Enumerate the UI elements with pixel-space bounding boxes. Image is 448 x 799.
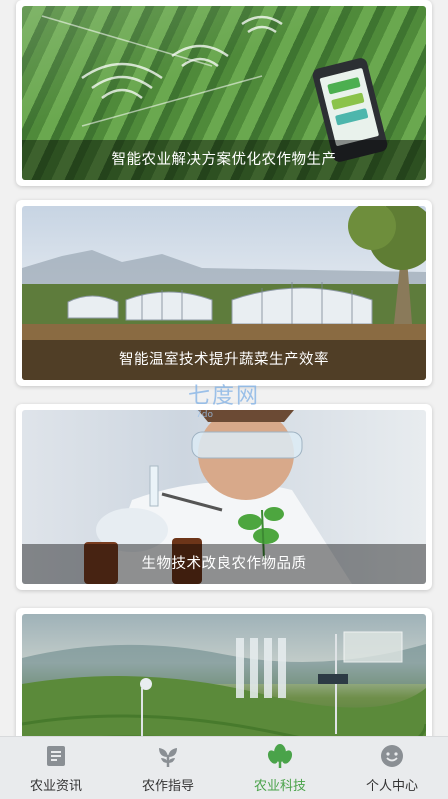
- tab-agri-news[interactable]: 农业资讯: [0, 737, 112, 799]
- news-card[interactable]: 智能温室技术提升蔬菜生产效率: [16, 200, 432, 386]
- scientist-image: 生物技术改良农作物品质: [22, 410, 426, 584]
- news-caption: 生物技术改良农作物品质: [22, 544, 426, 584]
- smiley-face-icon: [381, 745, 403, 767]
- watermark-subtext: 7do: [196, 410, 213, 420]
- smart-tea-field-graphic: [22, 631, 426, 736]
- news-caption: 智能农业解决方案优化农作物生产: [22, 140, 426, 180]
- news-caption: 智能温室技术提升蔬菜生产效率: [22, 340, 426, 380]
- greenhouse-image: 智能温室技术提升蔬菜生产效率: [22, 206, 426, 380]
- news-card[interactable]: [16, 608, 432, 736]
- news-feed[interactable]: 智能农业解决方案优化农作物生产 智能温室技术提升蔬菜生产效率 生物技术改良农作物…: [0, 0, 448, 736]
- watermark-logo: 七度网: [187, 384, 260, 409]
- tab-label: 农作指导: [141, 779, 194, 794]
- news-card[interactable]: 生物技术改良农作物品质: [16, 404, 432, 590]
- tab-label: 农业资讯: [29, 779, 82, 794]
- leaf-icon: [267, 744, 293, 768]
- bottom-tab-bar: 农业资讯 农作指导 农业科技 个人中心: [0, 736, 448, 799]
- tab-farming-guide[interactable]: 农作指导: [112, 737, 224, 799]
- tab-personal-center[interactable]: 个人中心: [336, 737, 448, 799]
- tea-terrace-image: [22, 614, 426, 736]
- tab-label: 农业科技: [253, 779, 306, 794]
- smart-farm-image: 智能农业解决方案优化农作物生产: [22, 6, 426, 180]
- tab-label: 个人中心: [365, 779, 418, 794]
- news-card[interactable]: 智能农业解决方案优化农作物生产: [16, 0, 432, 186]
- sprout-icon: [159, 748, 177, 767]
- newspaper-icon: [47, 746, 65, 766]
- tab-agri-tech[interactable]: 农业科技: [224, 737, 336, 799]
